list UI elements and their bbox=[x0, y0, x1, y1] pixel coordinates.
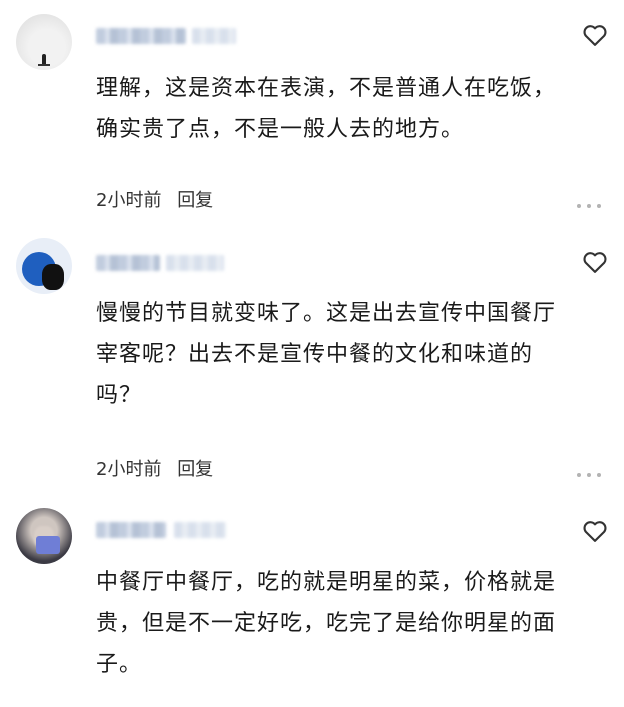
username-blurred[interactable] bbox=[96, 522, 166, 538]
more-dots-icon[interactable] bbox=[577, 193, 607, 208]
comment-text: 中餐厅中餐厅，吃的就是明星的菜，价格就是 贵，但是不一定好吃，吃完了是给你明星的… bbox=[96, 562, 596, 685]
user-badge-blurred bbox=[192, 28, 236, 44]
comment-line: 中餐厅中餐厅，吃的就是明星的菜，价格就是 bbox=[96, 570, 557, 595]
avatar[interactable] bbox=[16, 14, 72, 70]
username-blurred[interactable] bbox=[96, 28, 186, 44]
username-blurred[interactable] bbox=[96, 255, 160, 271]
comment-line: 子。 bbox=[96, 652, 143, 677]
comment-line: 确实贵了点，不是一般人去的地方。 bbox=[96, 117, 465, 142]
heart-outline-icon[interactable] bbox=[581, 248, 609, 276]
comment-meta: 2小时前 回复 bbox=[96, 455, 223, 481]
user-badge-blurred bbox=[174, 522, 226, 538]
comment-line: 宰客呢？出去不是宣传中餐的文化和味道的 bbox=[96, 342, 534, 367]
comment-text: 理解，这是资本在表演，不是普通人在吃饭， 确实贵了点，不是一般人去的地方。 bbox=[96, 68, 596, 150]
comment-line: 慢慢的节目就变味了。这是出去宣传中国餐厅 bbox=[96, 301, 557, 326]
comment-time: 2小时前 bbox=[96, 190, 162, 211]
reply-button[interactable]: 回复 bbox=[177, 459, 213, 480]
comment-line: 理解，这是资本在表演，不是普通人在吃饭， bbox=[96, 76, 557, 101]
avatar[interactable] bbox=[16, 508, 72, 564]
reply-button[interactable]: 回复 bbox=[177, 190, 213, 211]
comment-line: 吗？ bbox=[96, 383, 143, 408]
heart-outline-icon[interactable] bbox=[581, 21, 609, 49]
avatar[interactable] bbox=[16, 238, 72, 294]
comment-time: 2小时前 bbox=[96, 459, 162, 480]
comment-line: 贵，但是不一定好吃，吃完了是给你明星的面 bbox=[96, 611, 557, 636]
comment-meta: 2小时前 回复 bbox=[96, 186, 223, 212]
heart-outline-icon[interactable] bbox=[581, 517, 609, 545]
comment-text: 慢慢的节目就变味了。这是出去宣传中国餐厅 宰客呢？出去不是宣传中餐的文化和味道的… bbox=[96, 293, 596, 416]
more-dots-icon[interactable] bbox=[577, 462, 607, 477]
user-badge-blurred bbox=[166, 255, 224, 271]
